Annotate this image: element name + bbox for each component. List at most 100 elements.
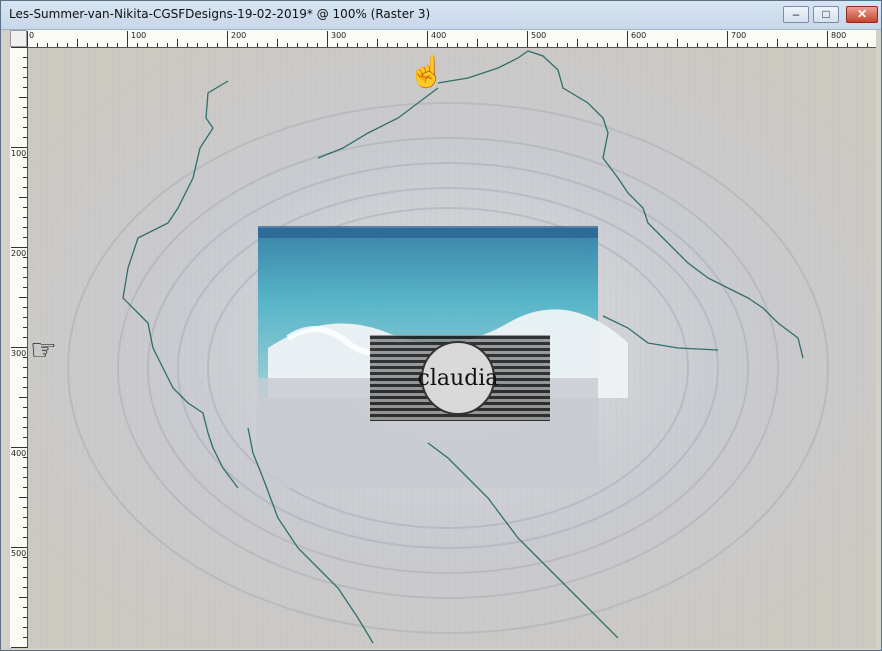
vruler-tick [23,387,27,388]
vruler-tick [23,317,27,318]
hruler-tick [787,43,788,47]
app-window: Les-Summer-van-Nikita-CGSFDesigns-19-02-… [0,0,882,651]
vruler-tick [23,437,27,438]
hruler-tick [57,43,58,47]
hruler-tick [417,43,418,47]
hruler-tick [447,43,448,47]
hruler-tick [367,43,368,47]
vruler-tick [23,377,27,378]
vruler-tick [23,117,27,118]
vruler-tick [23,427,27,428]
hruler-label: 800 [831,31,847,40]
hruler-tick [527,31,528,47]
hruler-tick [867,43,868,47]
hruler-tick [37,43,38,47]
hruler-tick [687,43,688,47]
hruler-tick [177,39,178,47]
hruler-tick [337,43,338,47]
hruler-label: 500 [531,31,547,40]
hruler-tick [637,43,638,47]
hruler-tick [147,43,148,47]
vruler-tick [23,107,27,108]
vruler-tick [11,347,27,348]
hruler-tick [237,43,238,47]
vruler-tick [23,137,27,138]
hruler-tick [457,43,458,47]
vruler-label: 500 [11,549,27,558]
vruler-tick [23,527,27,528]
hruler-tick [297,43,298,47]
hruler-tick [577,39,578,47]
hruler-tick [857,43,858,47]
hruler-label: 400 [431,31,447,40]
hruler-tick [317,43,318,47]
hruler-tick [597,43,598,47]
hruler-tick [227,31,228,47]
hruler-tick [187,43,188,47]
vruler-tick [23,557,27,558]
vruler-tick [11,47,27,48]
hruler-tick [257,43,258,47]
hruler-tick [287,43,288,47]
vruler-label: 200 [11,249,27,258]
hruler-tick [617,43,618,47]
vruler-tick [19,97,27,98]
minimize-button[interactable]: – [783,6,809,23]
vertical-ruler[interactable]: 100 200 300 400 500 [10,47,28,648]
vruler-tick [23,277,27,278]
close-button[interactable]: ✕ [846,6,878,23]
vruler-tick [23,257,27,258]
vruler-tick [11,547,27,548]
vruler-tick [23,577,27,578]
maximize-icon: □ [822,7,830,21]
horizontal-ruler[interactable]: 0 100 200 300 400 500 600 700 800 [27,30,876,48]
hruler-tick [567,43,568,47]
canvas-artwork: claudia [28,48,876,648]
window-title: Les-Summer-van-Nikita-CGSFDesigns-19-02-… [9,7,431,21]
vruler-tick [23,177,27,178]
vruler-tick [23,507,27,508]
image-canvas[interactable]: claudia ☝ ☞ [28,48,876,648]
vruler-tick [23,87,27,88]
hruler-tick [717,43,718,47]
hruler-tick [307,43,308,47]
vruler-tick [23,357,27,358]
hruler-tick [437,43,438,47]
ruler-corner[interactable] [10,30,27,47]
vruler-tick [23,127,27,128]
maximize-button[interactable]: □ [813,6,839,23]
hruler-label: 700 [731,31,747,40]
hruler-tick [377,39,378,47]
hruler-tick [607,43,608,47]
vruler-tick [23,287,27,288]
vruler-tick [23,217,27,218]
vruler-tick [23,77,27,78]
vruler-tick [23,417,27,418]
hruler-tick [197,43,198,47]
hruler-tick [807,43,808,47]
hruler-tick [517,43,518,47]
hruler-tick [387,43,388,47]
vruler-tick [23,517,27,518]
vruler-label: 300 [11,349,27,358]
hruler-tick [737,43,738,47]
pointer-right-icon: ☞ [30,334,57,367]
hruler-tick [657,43,658,47]
hruler-tick [137,43,138,47]
hruler-tick [207,43,208,47]
hruler-tick [667,43,668,47]
vruler-tick [19,597,27,598]
hruler-tick [117,43,118,47]
hruler-tick [87,43,88,47]
hruler-tick [757,43,758,47]
hruler-tick [817,43,818,47]
vruler-tick [23,607,27,608]
title-bar[interactable]: Les-Summer-van-Nikita-CGSFDesigns-19-02-… [1,1,881,30]
vruler-tick [23,167,27,168]
hruler-tick [107,43,108,47]
hruler-tick [157,43,158,47]
hruler-tick [167,43,168,47]
vruler-tick [23,67,27,68]
hruler-label: 200 [231,31,247,40]
vruler-tick [23,267,27,268]
